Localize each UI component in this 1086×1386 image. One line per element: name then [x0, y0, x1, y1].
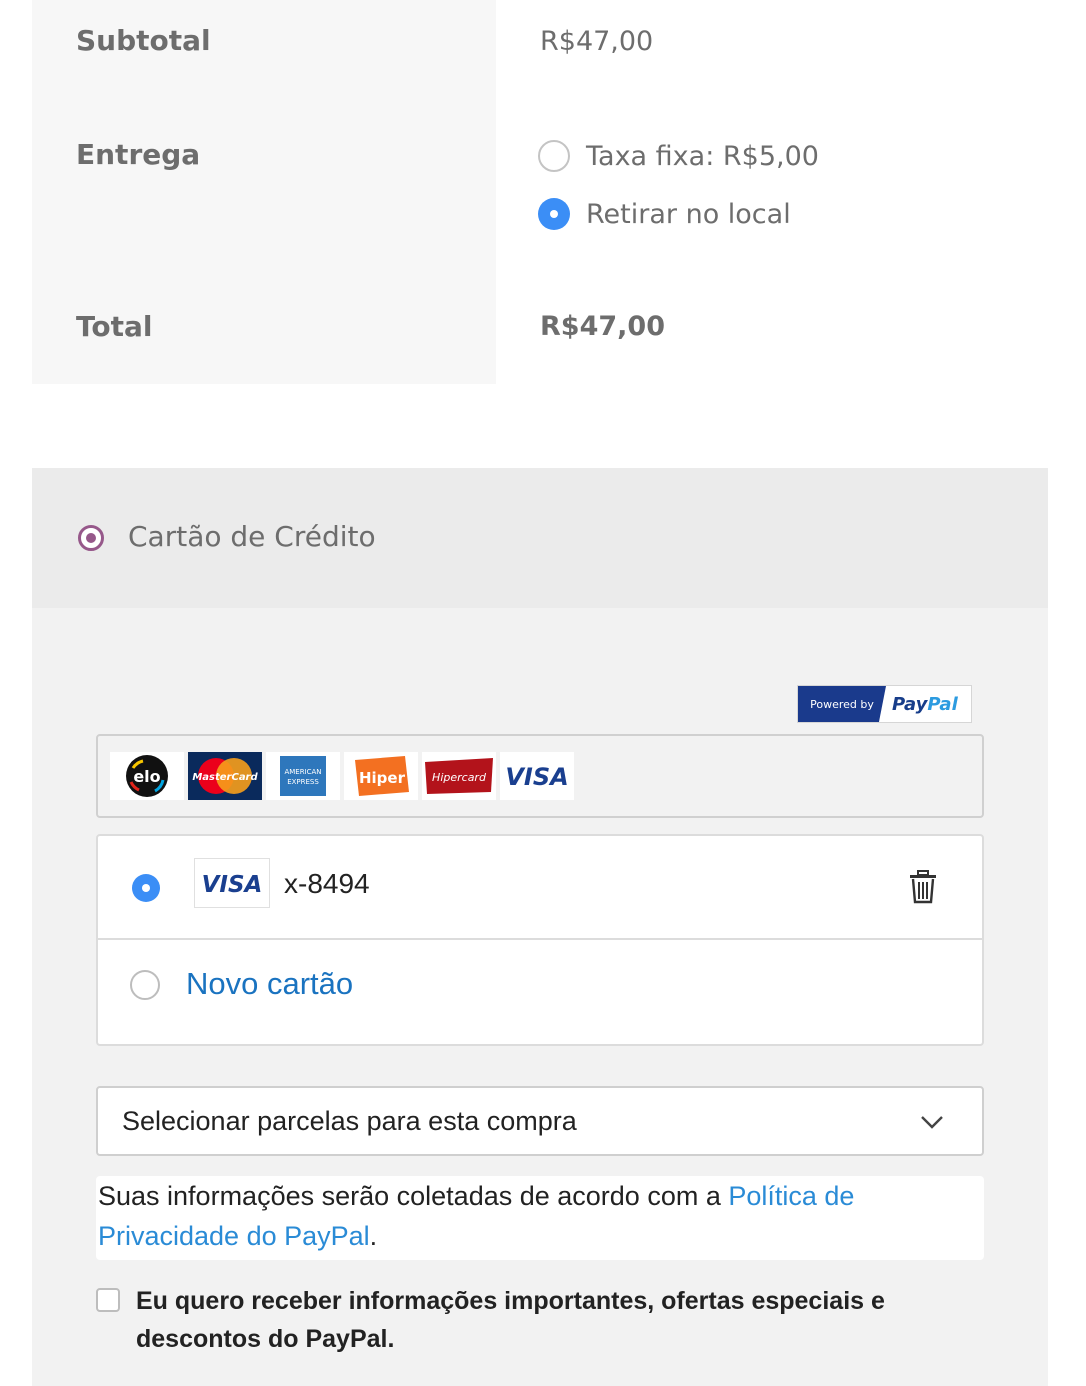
powered-by-paypal-badge: Powered by Pay Pal — [797, 685, 972, 723]
visa-icon: VISA — [500, 752, 574, 800]
hiper-icon: Hiper — [344, 752, 418, 800]
order-totals: Subtotal R$47,00 Entrega Taxa fixa: R$5,… — [32, 0, 1048, 384]
installments-select[interactable]: Selecionar parcelas para esta compra — [96, 1086, 984, 1156]
shipping-radio-flat-rate[interactable] — [538, 140, 570, 172]
new-card-label[interactable]: Novo cartão — [186, 966, 353, 1002]
visa-icon: VISA — [194, 858, 270, 908]
shipping-option-label: Taxa fixa: R$5,00 — [586, 140, 819, 172]
shipping-option-label: Retirar no local — [586, 198, 791, 230]
accepted-card-brands: elo MasterCard AMERICAN EXPRESS Hiper Hi… — [96, 734, 984, 818]
installments-select-value: Selecionar parcelas para esta compra — [122, 1106, 577, 1136]
saved-card-number: x-8494 — [284, 868, 370, 899]
svg-text:VISA: VISA — [202, 872, 263, 898]
total-value: R$47,00 — [540, 311, 665, 342]
payment-method-header[interactable]: Cartão de Crédito — [32, 468, 1048, 608]
trash-icon[interactable] — [908, 870, 938, 904]
svg-text:MasterCard: MasterCard — [192, 772, 258, 783]
mastercard-icon: MasterCard — [188, 752, 262, 800]
payment-method-title: Cartão de Crédito — [128, 520, 376, 553]
payment-method-radio[interactable] — [78, 525, 104, 551]
svg-text:EXPRESS: EXPRESS — [287, 778, 319, 786]
saved-cards-list: VISA x-8494 Novo cartão — [96, 834, 984, 1046]
american-express-icon: AMERICAN EXPRESS — [266, 752, 340, 800]
svg-text:AMERICAN: AMERICAN — [284, 768, 321, 776]
hipercard-icon: Hipercard — [422, 752, 496, 800]
new-card-row[interactable]: Novo cartão — [98, 940, 982, 1044]
shipping-label: Entrega — [76, 138, 201, 171]
subtotal-label: Subtotal — [76, 24, 211, 57]
payment-section: Cartão de Crédito Powered by Pay Pal elo … — [32, 468, 1048, 1386]
privacy-notice: Suas informações serão coletadas de acor… — [96, 1176, 984, 1260]
paypal-logo: Pay Pal — [892, 693, 958, 715]
svg-text:elo: elo — [133, 767, 160, 786]
powered-by-label: Powered by — [798, 686, 886, 722]
svg-text:Hiper: Hiper — [359, 769, 406, 787]
elo-icon: elo — [110, 752, 184, 800]
shipping-option-local-pickup[interactable]: Retirar no local — [538, 198, 791, 230]
new-card-radio[interactable] — [130, 970, 160, 1000]
shipping-option-flat-rate[interactable]: Taxa fixa: R$5,00 — [538, 140, 819, 172]
privacy-text: Suas informações serão coletadas de acor… — [98, 1181, 729, 1211]
saved-card-radio[interactable] — [132, 874, 160, 902]
subtotal-value: R$47,00 — [540, 26, 654, 57]
marketing-optin-label[interactable]: Eu quero receber informações importantes… — [136, 1282, 956, 1358]
svg-text:Hipercard: Hipercard — [432, 771, 487, 784]
chevron-down-icon — [921, 1116, 943, 1129]
total-label: Total — [76, 310, 153, 343]
shipping-radio-local-pickup[interactable] — [538, 198, 570, 230]
marketing-optin-checkbox[interactable] — [96, 1288, 120, 1312]
privacy-text-end: . — [369, 1221, 378, 1251]
saved-card-row[interactable]: VISA x-8494 — [98, 836, 982, 940]
svg-text:VISA: VISA — [505, 763, 568, 791]
